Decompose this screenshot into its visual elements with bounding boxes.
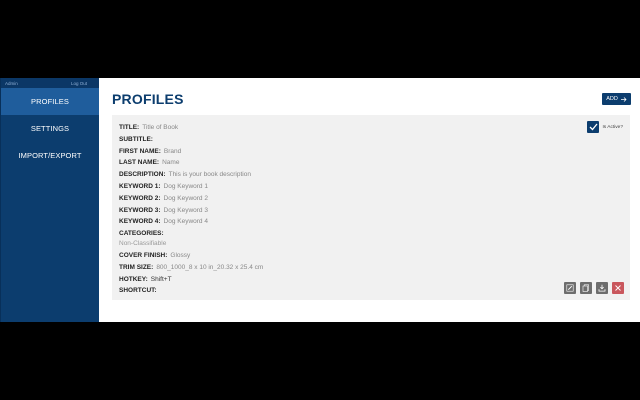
field-hotkey: HOTKEY: Shift+T [119, 275, 172, 283]
edit-button[interactable] [564, 282, 576, 294]
field-value: Dog Keyword 1 [163, 182, 208, 190]
main-content: PROFILES ADD TITLE: Title of Book SUBTITL… [99, 78, 640, 322]
field-subtitle: SUBTITLE: [119, 135, 153, 143]
is-active-label: Is Active? [602, 124, 623, 130]
sidebar: Admin Log Out PROFILES SETTINGS IMPORT/E… [0, 78, 99, 322]
field-first-name: FIRST NAME: Brand [119, 147, 182, 155]
edit-icon [566, 284, 574, 292]
sidebar-item-label: PROFILES [31, 97, 69, 106]
field-last-name: LAST NAME: Name [119, 159, 180, 167]
field-value: Glossy [170, 251, 191, 259]
sidebar-item-label: SETTINGS [30, 124, 70, 133]
sidebar-item-import-export[interactable]: IMPORT/EXPORT [1, 142, 99, 169]
field-value: Title of Book [142, 124, 179, 131]
field-value: Name [162, 159, 180, 167]
field-keyword-3: KEYWORD 3: Dog Keyword 3 [119, 206, 208, 214]
is-active-checkbox[interactable] [587, 121, 600, 133]
app-window: Admin Log Out PROFILES SETTINGS IMPORT/E… [0, 78, 640, 322]
add-button-label: ADD [606, 96, 618, 102]
sidebar-item-label: IMPORT/EXPORT [18, 151, 82, 160]
field-description: DESCRIPTION: This is your book descriptio… [119, 171, 251, 179]
profile-actions [564, 282, 624, 294]
field-value: Dog Keyword 4 [163, 218, 208, 226]
field-trim-size: TRIM SIZE: 800_1000_8 x 10 in_20.32 x 25.… [119, 263, 264, 271]
profile-card: TITLE: Title of Book SUBTITLE: FIRST NAME… [112, 115, 630, 300]
arrow-right-icon [620, 96, 627, 102]
field-shortcut: SHORTCUT: [119, 287, 157, 295]
field-keyword-2: KEYWORD 2: Dog Keyword 2 [119, 194, 208, 202]
sidebar-topbar: Admin Log Out [1, 78, 99, 88]
close-icon [614, 284, 622, 292]
field-value: Brand [163, 147, 182, 155]
copy-button[interactable] [580, 282, 592, 294]
field-value: 800_1000_8 x 10 in_20.32 x 25.4 cm [156, 263, 264, 271]
check-icon [589, 123, 598, 131]
logout-link[interactable]: Log Out [71, 81, 87, 86]
copy-icon [582, 284, 590, 292]
user-label: Admin [5, 80, 18, 86]
field-value: Shift+T [150, 275, 172, 283]
field-value: This is your book description [168, 171, 251, 179]
download-icon [598, 284, 606, 292]
field-keyword-4: KEYWORD 4: Dog Keyword 4 [119, 218, 208, 226]
delete-button[interactable] [612, 282, 624, 294]
is-active-toggle: Is Active? [587, 121, 623, 133]
download-button[interactable] [596, 282, 608, 294]
page-title: PROFILES [112, 91, 184, 107]
field-title: TITLE: Title of Book [119, 124, 179, 131]
sidebar-item-settings[interactable]: SETTINGS [1, 115, 99, 142]
field-value: Dog Keyword 2 [163, 194, 208, 202]
field-cover-finish: COVER FINISH: Glossy [119, 251, 191, 259]
field-keyword-1: KEYWORD 1: Dog Keyword 1 [119, 182, 208, 190]
sidebar-item-profiles[interactable]: PROFILES [1, 88, 99, 115]
field-value: Dog Keyword 3 [163, 206, 208, 214]
add-button[interactable]: ADD [602, 93, 631, 105]
profile-fields: TITLE: Title of Book SUBTITLE: FIRST NAME… [119, 122, 263, 297]
field-categories-value: Non-Classifiable [119, 239, 167, 247]
